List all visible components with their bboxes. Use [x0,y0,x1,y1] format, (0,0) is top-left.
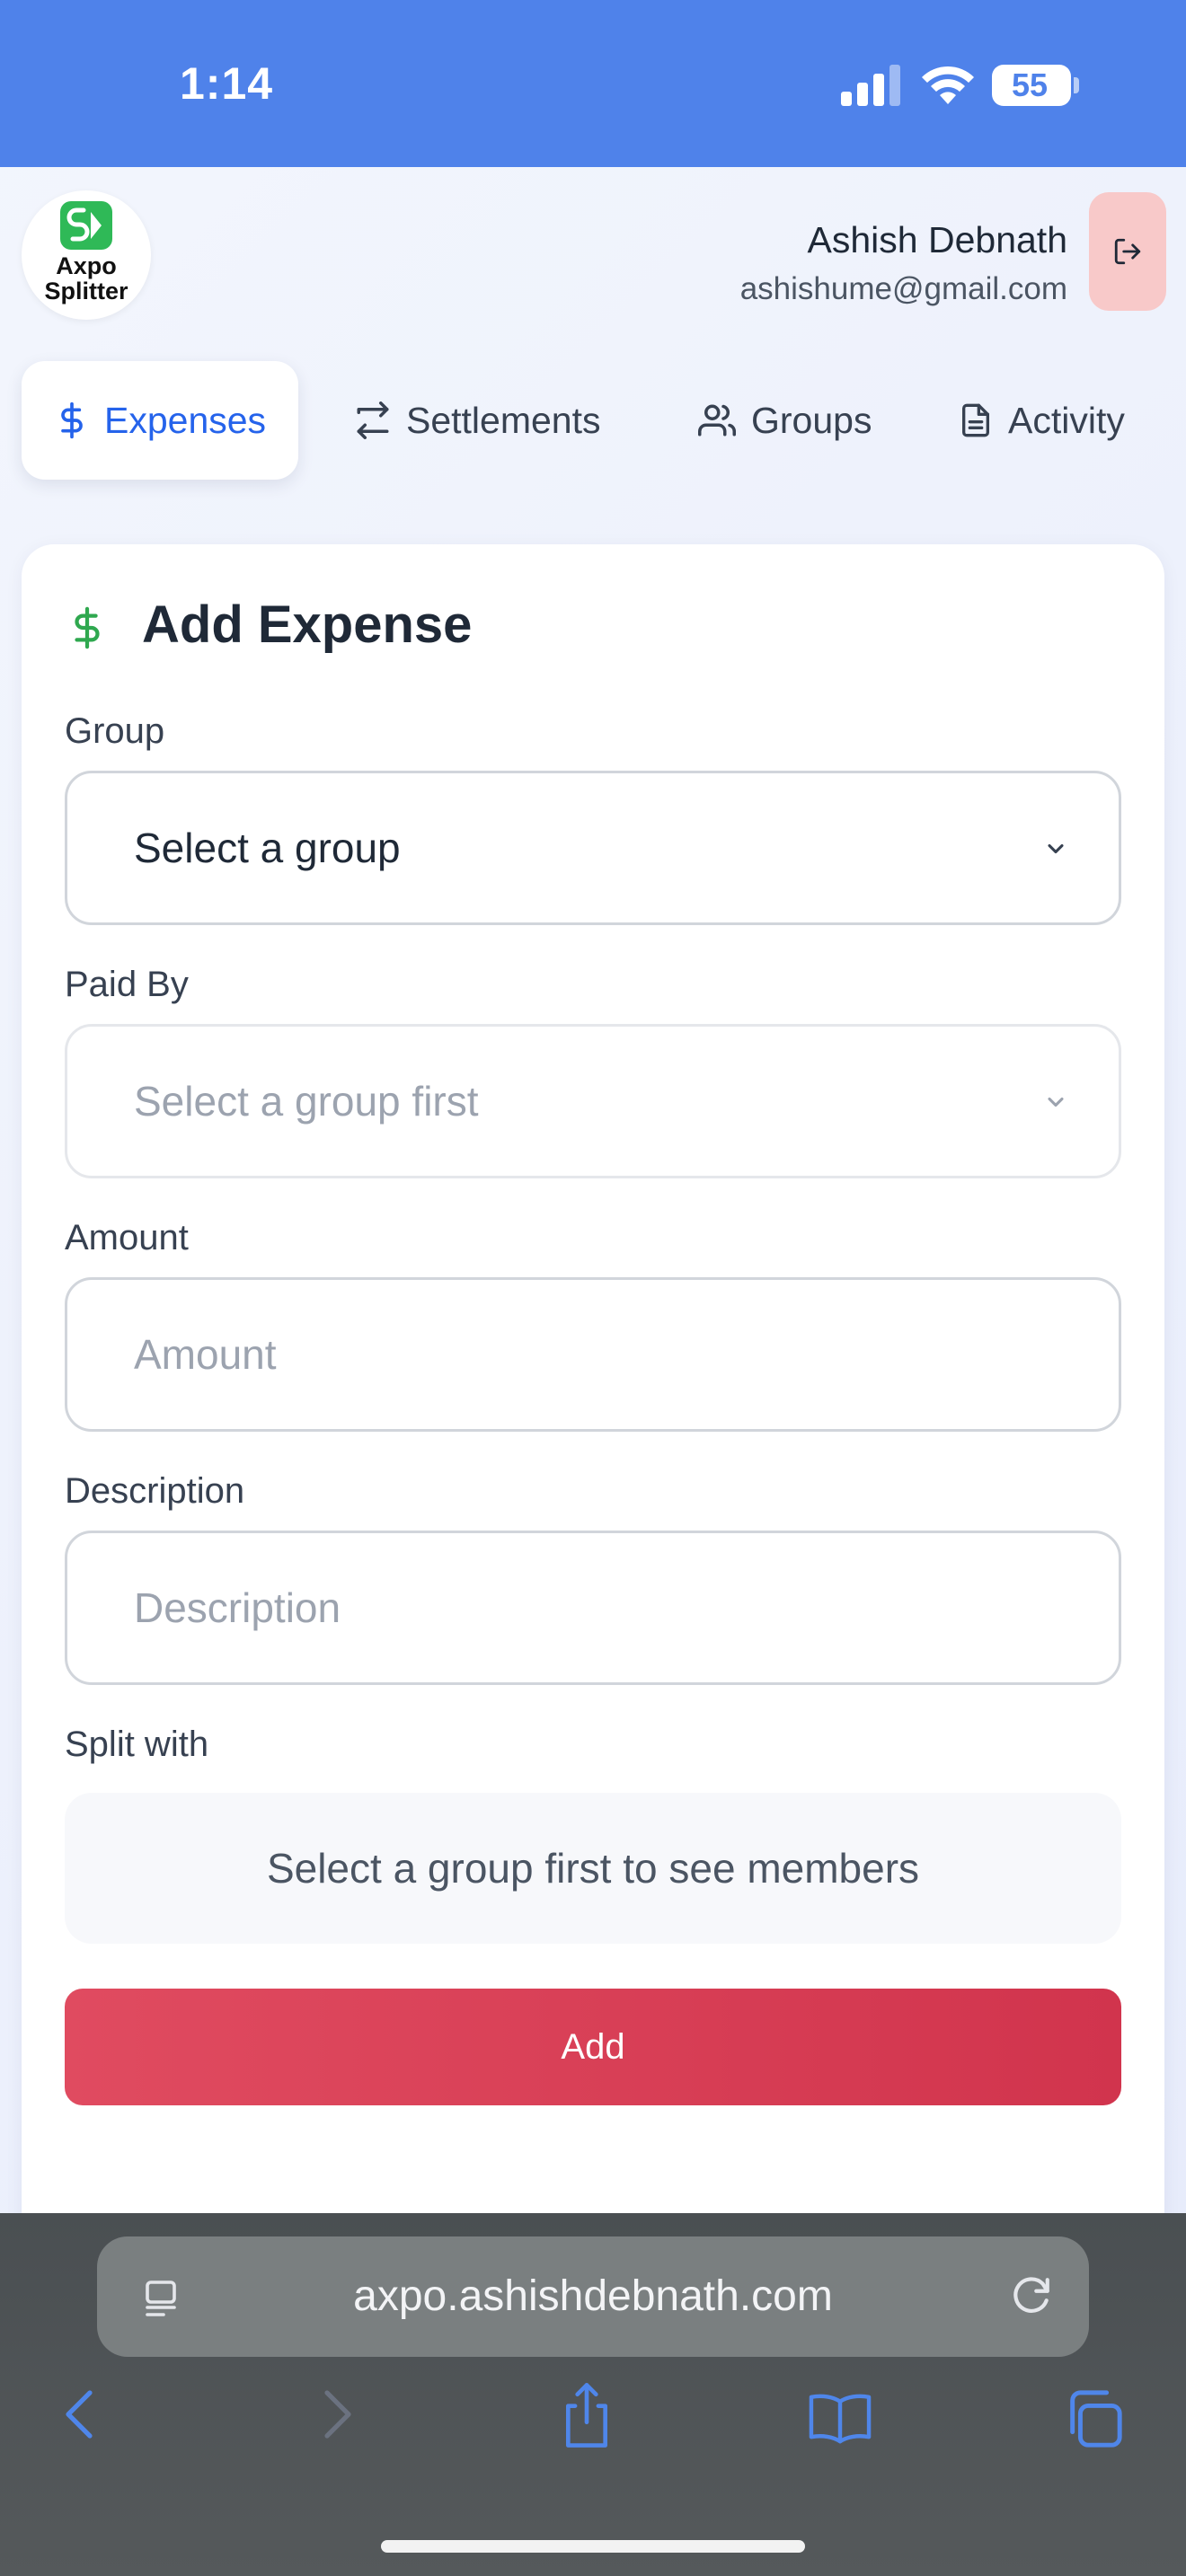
wifi-icon [922,66,974,104]
status-time: 1:14 [180,58,274,109]
dollar-icon [61,401,83,439]
tab-label: Settlements [406,399,601,441]
group-label: Group [65,711,165,751]
swap-arrows-icon [357,401,389,439]
paid-by-select-value: Select a group first [134,1078,479,1125]
paid-by-label: Paid By [65,965,189,1004]
amount-placeholder: Amount [134,1331,277,1378]
tabs-icon[interactable] [1062,2387,1125,2450]
address-bar[interactable]: axpo.ashishdebnath.com [97,2236,1089,2357]
tab-activity[interactable]: Activity [958,361,1125,480]
tab-expenses[interactable]: Expenses [22,361,299,480]
share-icon[interactable] [559,2380,615,2450]
amount-label: Amount [65,1218,189,1257]
logout-icon [1114,238,1141,265]
cellular-signal-icon [841,65,900,106]
description-input[interactable]: Description [65,1531,1121,1685]
description-placeholder: Description [134,1584,341,1631]
browser-toolbar: axpo.ashishdebnath.com [0,2213,1186,2576]
description-label: Description [65,1471,245,1511]
split-members-empty: Select a group first to see members [65,1793,1121,1944]
back-icon[interactable] [58,2386,101,2443]
battery-indicator: 55 [992,65,1071,106]
battery-nub [1074,77,1079,93]
add-expense-card: Add Expense Group Select a group Paid By… [22,544,1164,2341]
reload-icon[interactable] [1008,2274,1053,2319]
document-icon [962,403,989,437]
user-name: Ashish Debnath [807,219,1067,260]
forward-icon[interactable] [316,2386,359,2443]
group-select[interactable]: Select a group [65,771,1121,925]
tab-label: Expenses [104,399,267,441]
card-title: Add Expense [142,595,473,654]
status-bar: 1:14 55 [0,0,1186,167]
tab-settlements[interactable]: Settlements [354,361,601,480]
add-expense-button[interactable]: Add [65,1989,1121,2105]
group-select-value: Select a group [134,825,401,871]
home-indicator [381,2540,805,2553]
user-email: ashishume@gmail.com [739,271,1067,306]
tab-label: Activity [1008,399,1125,441]
tab-label: Groups [751,399,872,441]
logo-line-2: Splitter [44,278,128,304]
url-text: axpo.ashishdebnath.com [353,2272,833,2320]
chevron-down-icon [1048,1097,1064,1107]
logo-icon [60,201,112,250]
logo-text: Axpo Splitter [22,253,151,304]
battery-level: 55 [1011,66,1049,103]
logout-button[interactable] [1089,192,1166,311]
bookmarks-icon[interactable] [807,2389,873,2445]
paid-by-select[interactable]: Select a group first [65,1024,1121,1178]
dollar-icon [75,606,100,649]
logo-line-1: Axpo [56,252,117,279]
tab-groups[interactable]: Groups [697,361,872,480]
split-with-label: Split with [65,1725,209,1764]
app-logo[interactable]: Axpo Splitter [22,190,151,320]
chevron-down-icon [1048,843,1064,854]
users-icon [698,404,736,437]
amount-input[interactable]: Amount [65,1277,1121,1432]
